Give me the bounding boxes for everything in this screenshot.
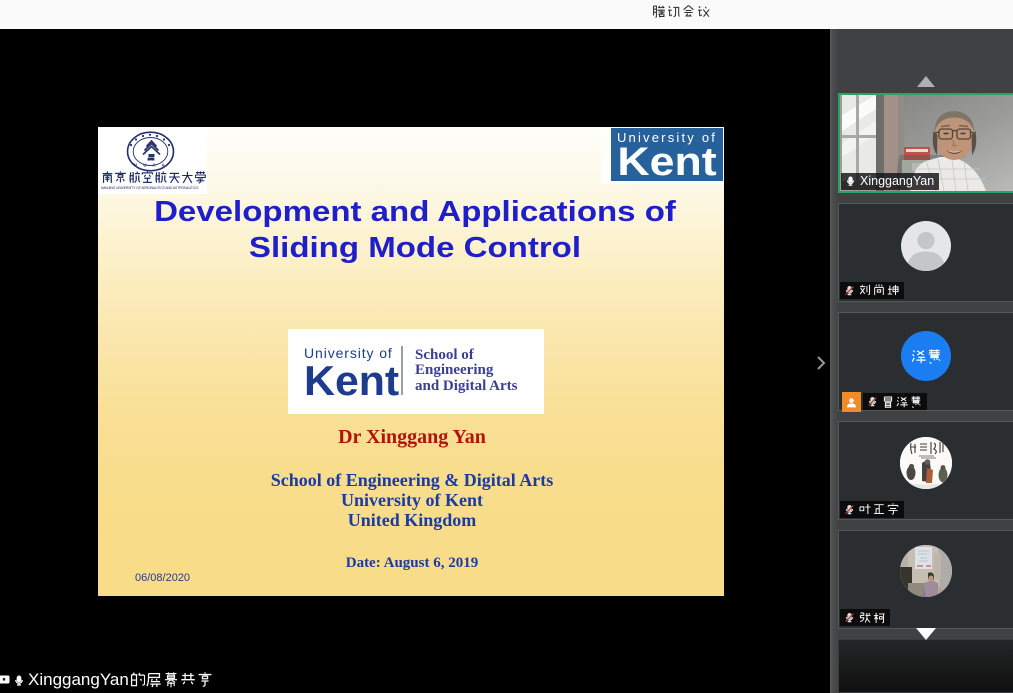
svg-text:N U A A: N U A A [134,163,167,168]
svg-text:1952: 1952 [148,157,155,161]
